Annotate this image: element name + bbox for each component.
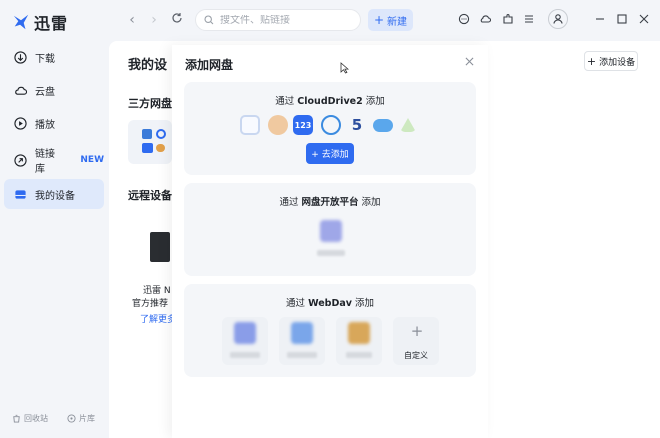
mouse-cursor-icon	[340, 62, 349, 74]
message-button[interactable]	[456, 11, 472, 27]
app-tile-icon	[156, 129, 166, 139]
peach-icon	[268, 115, 288, 135]
sidebar-item-label: 链接库	[35, 149, 55, 175]
app-logo: 迅雷	[12, 10, 68, 34]
back-button[interactable]: ‹	[124, 12, 140, 28]
add-device-button[interactable]: + 添加设备	[584, 51, 638, 71]
learn-more-link[interactable]: 了解更多	[140, 312, 176, 325]
dialog-title: 添加网盘	[185, 58, 234, 72]
webdav-section: 通过 WebDav 添加 自定义	[184, 284, 476, 377]
webdav-provider-icon	[234, 322, 256, 344]
app-tile-icon	[156, 144, 165, 152]
netdisk-provider-label	[317, 250, 345, 256]
add-device-label: 添加设备	[599, 57, 636, 68]
trash-icon	[13, 414, 20, 423]
onedrive-icon	[373, 119, 393, 132]
webdav-provider-label	[287, 352, 317, 358]
aliyun-icon	[321, 115, 341, 135]
third-party-card[interactable]	[128, 120, 172, 164]
download-icon	[14, 50, 27, 64]
sidebar-item-my-devices[interactable]: 我的设备	[4, 179, 104, 209]
new-task-label: 新建	[387, 16, 408, 28]
section-title: 通过 WebDav 添加	[286, 298, 374, 309]
custom-label: 自定义	[404, 351, 428, 360]
hamburger-icon	[525, 15, 533, 23]
chat-icon	[458, 13, 470, 25]
library-icon	[67, 414, 76, 423]
plugin-button[interactable]	[500, 11, 516, 27]
app-name: 迅雷	[34, 14, 69, 33]
webdav-provider-item[interactable]	[336, 317, 382, 365]
refresh-button[interactable]	[169, 12, 185, 28]
gdrive-icon	[400, 118, 416, 132]
accelerate-button[interactable]	[477, 11, 493, 27]
cloud-icon	[15, 86, 27, 95]
remote-devices-title: 远程设备	[128, 189, 172, 202]
app-tile-icon	[142, 129, 152, 139]
nas-device-image	[150, 232, 170, 262]
sidebar-item-label: 播放	[35, 119, 55, 131]
webdav-provider-label	[346, 352, 372, 358]
link-icon	[14, 153, 27, 167]
maximize-icon	[617, 14, 627, 24]
section-title: 通过 网盘开放平台 添加	[279, 197, 381, 208]
clouddrive-icon	[240, 115, 260, 135]
recycle-bin-label: 回收站	[24, 414, 48, 423]
clouddrive2-section: 通过 CloudDrive2 添加 123 5 + 去添加	[184, 82, 476, 175]
refresh-icon	[172, 13, 182, 23]
plus-icon: +	[373, 13, 385, 27]
forward-button[interactable]: ›	[146, 12, 162, 28]
dialog-close-button[interactable]	[462, 55, 476, 69]
search-icon	[204, 15, 214, 25]
webdav-provider-item[interactable]	[222, 317, 268, 365]
close-icon	[465, 57, 473, 66]
recycle-bin-link[interactable]: 回收站	[12, 413, 48, 424]
sidebar-item-play[interactable]: 播放	[4, 108, 104, 138]
play-icon	[14, 116, 27, 130]
app-tile-icon	[142, 143, 153, 153]
device-icon	[15, 189, 26, 199]
section-title: 通过 CloudDrive2 添加	[275, 96, 385, 107]
minimize-button[interactable]	[592, 11, 608, 27]
sidebar-item-download[interactable]: 下载	[4, 42, 104, 72]
menu-button[interactable]	[521, 11, 537, 27]
open-platform-section: 通过 网盘开放平台 添加	[184, 183, 476, 276]
sidebar-item-label: 云盘	[35, 86, 55, 98]
search-box[interactable]	[195, 9, 361, 31]
sidebar-item-link-library[interactable]: 链接库 NEW	[4, 145, 104, 175]
close-window-button[interactable]	[636, 11, 652, 27]
cloud-sync-icon	[480, 15, 491, 23]
webdav-provider-label	[230, 352, 260, 358]
pan123-icon: 123	[293, 115, 313, 135]
new-task-button[interactable]: + 新建	[368, 9, 413, 31]
webdav-provider-icon	[291, 322, 313, 344]
user-icon	[553, 14, 563, 24]
library-label: 片库	[79, 414, 95, 423]
netdisk-provider-icon[interactable]	[320, 220, 342, 242]
nas-name: 迅雷 N	[143, 286, 171, 296]
user-avatar-button[interactable]	[548, 9, 568, 29]
add-custom-icon: +	[410, 322, 424, 340]
search-input[interactable]	[220, 14, 350, 26]
minimize-icon	[596, 18, 604, 20]
webdav-provider-item[interactable]	[279, 317, 325, 365]
puzzle-icon	[503, 13, 513, 24]
sidebar-item-cloud[interactable]: 云盘	[4, 75, 104, 105]
sidebar-item-label: 我的设备	[35, 190, 75, 202]
pan5-icon: 5	[351, 116, 363, 134]
maximize-button[interactable]	[614, 11, 630, 27]
nas-subtitle: 官方推荐	[132, 299, 169, 309]
library-link[interactable]: 片库	[67, 413, 95, 424]
webdav-provider-icon	[348, 322, 370, 344]
page-title: 我的设	[128, 58, 168, 73]
third-party-title: 三方网盘	[128, 97, 172, 110]
new-badge: NEW	[80, 155, 104, 165]
go-add-button[interactable]: + 去添加	[306, 143, 354, 164]
close-icon	[639, 14, 649, 24]
plus-icon: +	[586, 54, 597, 68]
sidebar-item-label: 下载	[35, 53, 55, 65]
thunder-bird-icon	[13, 14, 29, 30]
